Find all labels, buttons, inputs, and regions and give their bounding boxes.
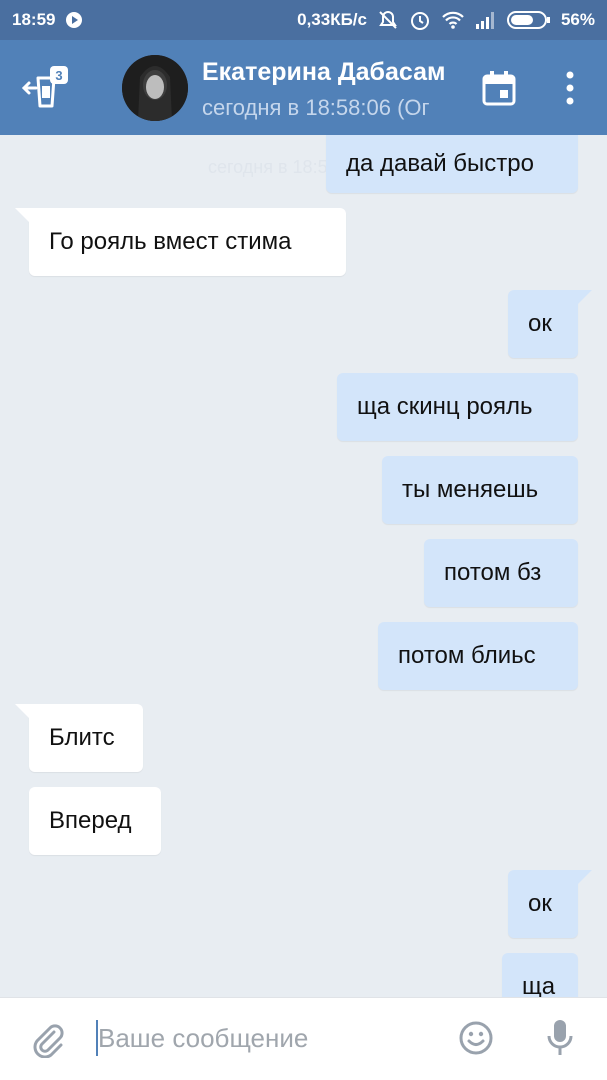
back-button[interactable]: 3 (20, 62, 72, 110)
emoji-icon (459, 1021, 493, 1055)
message-text: Го рояль вмест стима (49, 228, 292, 255)
message-bubble-outgoing[interactable]: ща скинц рояль (337, 373, 578, 441)
message-bubble-outgoing[interactable]: ты меняешь (382, 456, 578, 524)
message-text: ок (528, 310, 552, 337)
message-bubble-outgoing[interactable]: потом бз (424, 539, 578, 607)
message-input[interactable] (98, 1016, 438, 1060)
back-badge: 3 (55, 68, 62, 83)
calendar-icon (482, 71, 516, 106)
message-text: Вперед (49, 807, 132, 834)
last-seen-status: сегодня в 18:58:06 (Ог (202, 95, 430, 120)
message-bubble-incoming[interactable]: Вперед (29, 787, 161, 855)
message-text: ща (522, 973, 556, 997)
message-list[interactable]: сегодня в 18:55 да давай быстро Го рояль… (0, 135, 607, 997)
status-bar: 18:59 0,33КБ/с 56% (0, 0, 607, 40)
message-text: ты меняешь (402, 476, 539, 503)
message-bubble-outgoing[interactable]: ок (508, 870, 592, 938)
play-icon (65, 11, 83, 29)
mute-icon (377, 9, 399, 31)
more-vertical-icon (566, 71, 574, 105)
message-text: потом бз (444, 559, 542, 586)
signal-icon (475, 11, 497, 29)
voice-message-button[interactable] (546, 1018, 574, 1058)
avatar[interactable] (122, 55, 188, 121)
battery-percent: 56% (560, 10, 595, 29)
alarm-icon (409, 9, 431, 31)
chat-header: 3 Екатерина Дабасам сегодня в 18:58:06 (… (0, 40, 607, 135)
wifi-icon (441, 10, 465, 30)
network-speed: 0,33КБ/с (297, 10, 367, 29)
back-arrow-icon: 3 (21, 66, 68, 108)
message-bubble-outgoing[interactable]: потом блиьс (378, 622, 578, 690)
battery-icon (506, 10, 551, 30)
message-text: да давай быстро (346, 150, 534, 177)
message-bubble-outgoing[interactable]: да давай быстро (326, 135, 578, 193)
date-divider: сегодня в 18:55 (208, 157, 338, 177)
microphone-icon (547, 1020, 573, 1055)
message-text: ок (528, 890, 552, 917)
message-text: ща скинц рояль (357, 393, 533, 420)
contact-name[interactable]: Екатерина Дабасам (202, 58, 445, 87)
status-time: 18:59 (12, 10, 56, 29)
message-bubble-incoming[interactable]: Блитс (15, 704, 143, 772)
message-bubble-outgoing[interactable]: ок (508, 290, 592, 358)
compose-bar (0, 997, 607, 1080)
message-text: Блитс (49, 724, 115, 751)
emoji-button[interactable] (458, 1020, 494, 1056)
paperclip-icon (33, 1024, 64, 1059)
message-text: потом блиьс (398, 642, 536, 669)
attach-button[interactable] (30, 1022, 66, 1059)
message-bubble-outgoing[interactable]: ща (502, 953, 578, 997)
message-bubble-incoming[interactable]: Го рояль вмест стима (15, 208, 346, 276)
calendar-button[interactable] (482, 70, 516, 106)
more-button[interactable] (560, 70, 580, 106)
